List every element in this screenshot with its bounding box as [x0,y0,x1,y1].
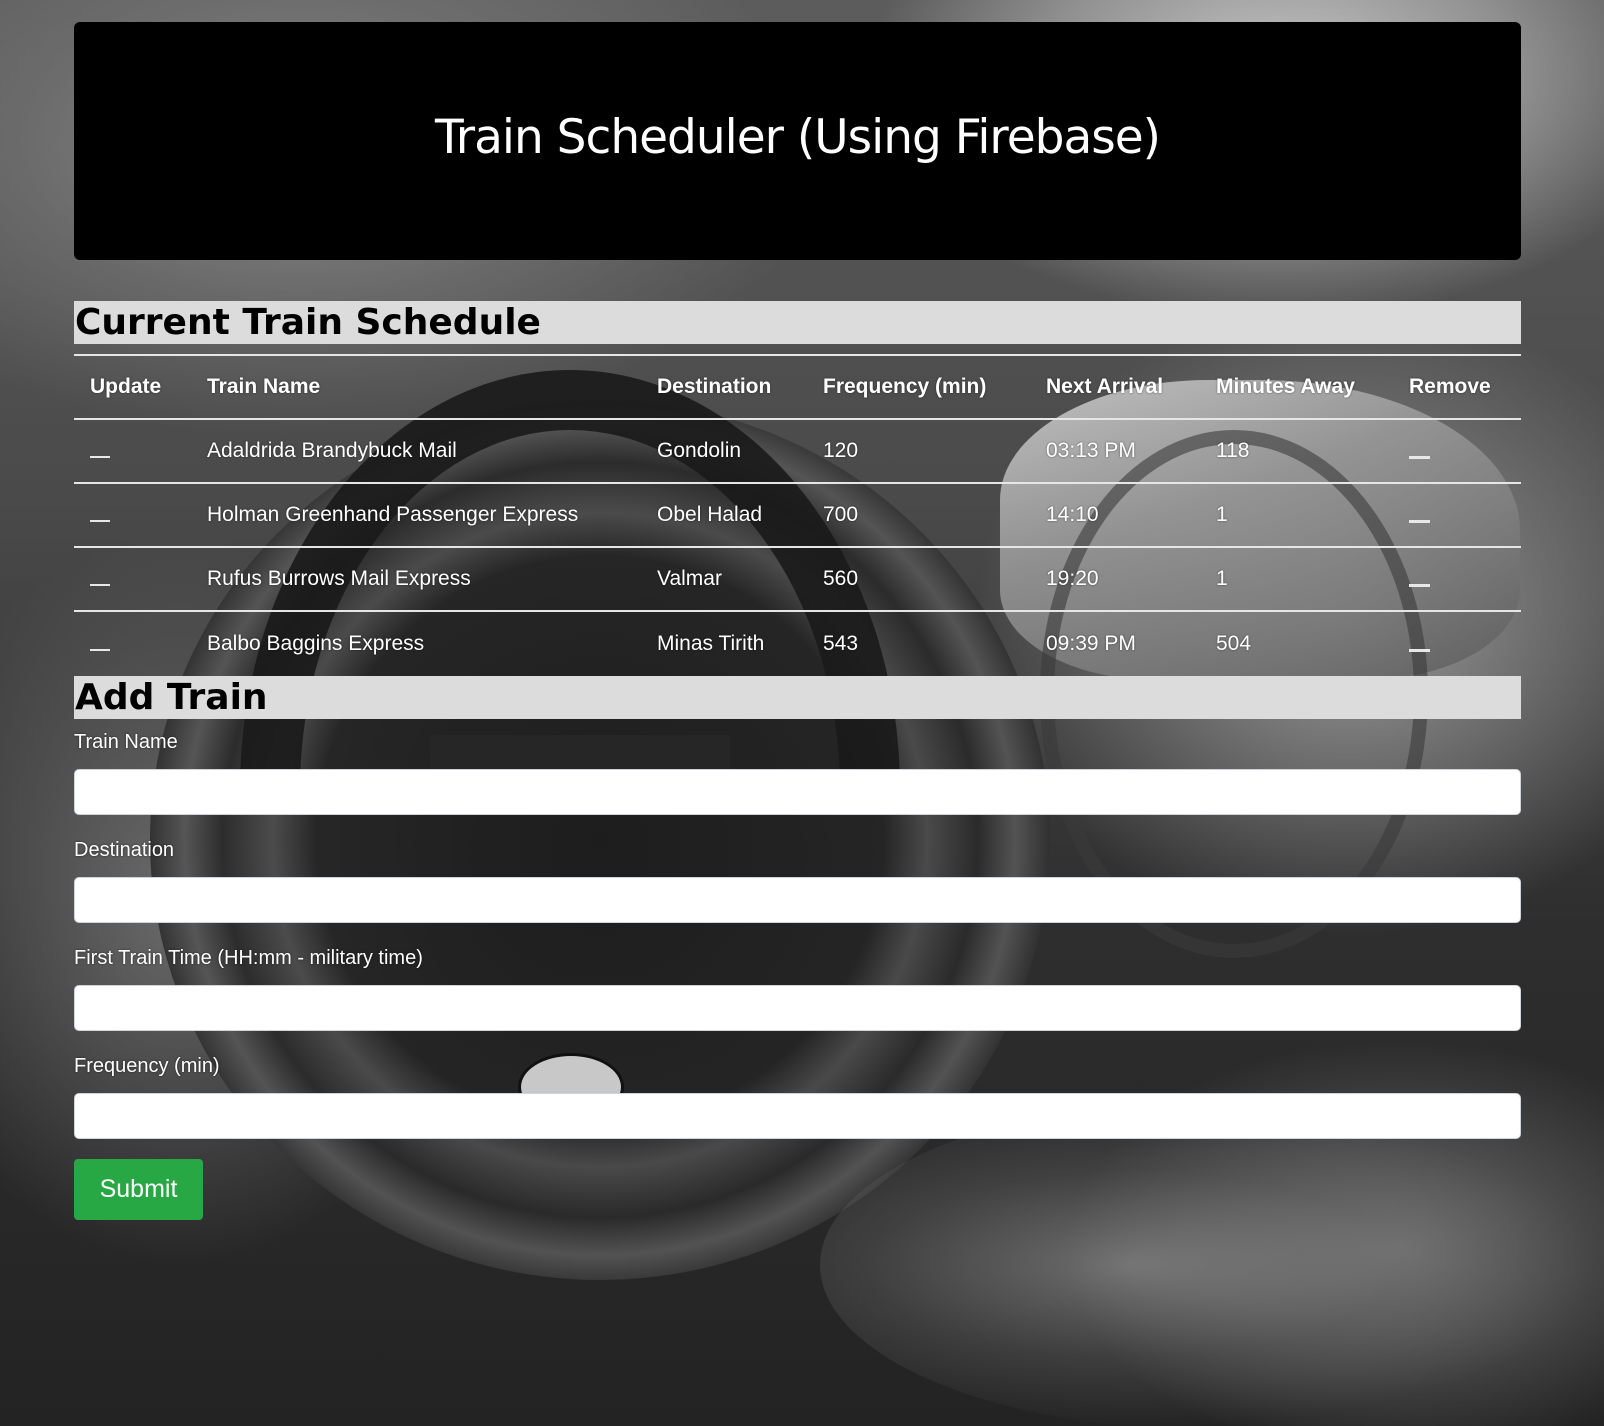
add-train-form: Train Name Destination First Train Time … [74,731,1521,1220]
destination-label: Destination [74,839,175,861]
table-row: Balbo Baggins Express Minas Tirith 543 0… [74,611,1521,676]
column-header-frequency: Frequency (min) [807,355,1030,420]
first-train-time-input[interactable] [74,985,1521,1031]
first-train-time-group: First Train Time (HH:mm - military time) [74,947,1521,1031]
update-button[interactable] [90,456,110,459]
destination-cell: Valmar [641,547,807,612]
frequency-group: Frequency (min) [74,1055,1521,1139]
frequency-cell: 560 [807,547,1030,612]
table-row: Rufus Burrows Mail Express Valmar 560 19… [74,547,1521,612]
table-row: Holman Greenhand Passenger Express Obel … [74,483,1521,548]
update-cell [74,611,191,676]
page-title: Train Scheduler (Using Firebase) [434,109,1161,165]
frequency-cell: 543 [823,632,859,655]
minutes-away-cell: 504 [1216,632,1252,655]
remove-cell [1393,611,1521,676]
minutes-away-cell: 118 [1200,419,1393,484]
destination-cell: Minas Tirith [657,632,765,655]
destination-group: Destination [74,839,1521,923]
remove-button[interactable] [1409,519,1430,523]
update-cell [74,547,191,612]
frequency-input[interactable] [74,1093,1521,1139]
column-header-minutes-away: Minutes Away [1200,355,1393,420]
add-train-title: Add Train [74,676,1521,719]
frequency-cell: 700 [807,483,1030,548]
remove-button[interactable] [1409,455,1430,459]
header-jumbotron: Train Scheduler (Using Firebase) [74,22,1521,260]
minutes-away-cell: 1 [1200,483,1393,548]
remove-cell [1393,483,1521,548]
train-name-cell: Balbo Baggins Express [207,632,425,655]
update-button[interactable] [90,520,110,523]
submit-button[interactable]: Submit [74,1159,203,1220]
train-name-cell: Holman Greenhand Passenger Express [191,483,641,548]
update-cell [74,483,191,548]
next-arrival-cell: 03:13 PM [1030,419,1200,484]
train-name-label: Train Name [74,731,178,753]
minutes-away-cell: 1 [1200,547,1393,612]
column-header-train-name: Train Name [191,355,641,420]
schedule-title: Current Train Schedule [74,301,1521,344]
update-cell [74,419,191,484]
column-header-remove: Remove [1393,355,1521,420]
next-arrival-cell: 14:10 [1030,483,1200,548]
destination-cell: Obel Halad [641,483,807,548]
destination-cell: Gondolin [641,419,807,484]
column-header-update: Update [74,355,191,420]
frequency-cell: 120 [807,419,1030,484]
remove-button[interactable] [1409,648,1430,652]
train-name-input[interactable] [74,769,1521,815]
remove-cell [1393,419,1521,484]
train-name-cell: Adaldrida Brandybuck Mail [191,419,641,484]
train-name-cell: Rufus Burrows Mail Express [191,547,641,612]
train-schedule-table: Update Train Name Destination Frequency … [74,354,1521,676]
table-header-row: Update Train Name Destination Frequency … [74,355,1521,420]
remove-cell [1393,547,1521,612]
next-arrival-cell: 19:20 [1030,547,1200,612]
update-button[interactable] [90,649,110,652]
next-arrival-cell: 09:39 PM [1046,632,1136,655]
remove-button[interactable] [1409,583,1430,587]
table-row: Adaldrida Brandybuck Mail Gondolin 120 0… [74,419,1521,484]
frequency-label: Frequency (min) [74,1055,220,1077]
update-button[interactable] [90,584,110,587]
train-name-group: Train Name [74,731,1521,815]
column-header-destination: Destination [641,355,807,420]
first-train-time-label: First Train Time (HH:mm - military time) [74,947,423,969]
main-container: Train Scheduler (Using Firebase) Current… [74,22,1521,1220]
destination-input[interactable] [74,877,1521,923]
column-header-next-arrival: Next Arrival [1030,355,1200,420]
